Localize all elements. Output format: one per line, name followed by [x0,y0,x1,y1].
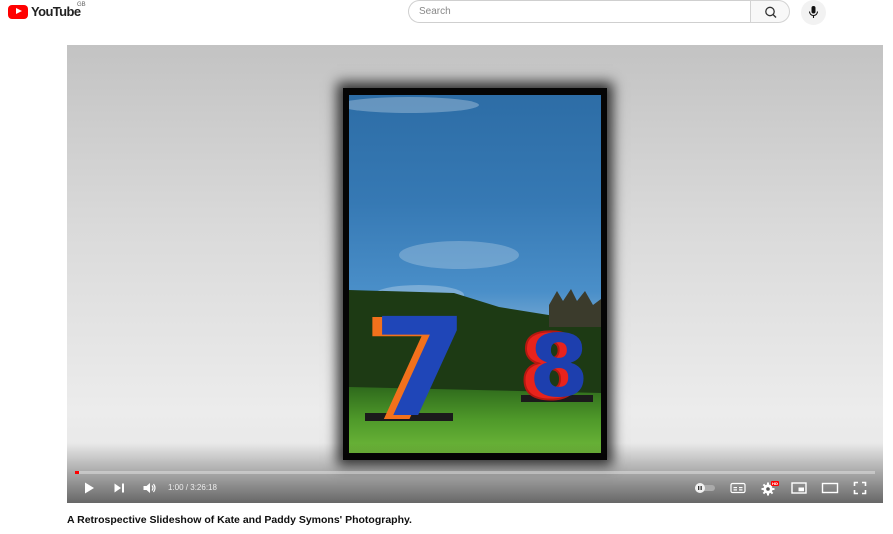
country-code: GB [77,2,86,8]
numeral-eight-face: 8 [529,317,589,417]
duration: 3:26:18 [190,483,217,492]
logo-text: YouTube [31,4,81,19]
subtitles-icon [730,482,746,494]
fullscreen-icon [853,481,867,495]
masthead: YouTube GB [0,0,893,26]
youtube-logo-icon [8,4,28,19]
mute-button[interactable] [140,477,160,499]
progress-bar[interactable] [75,471,875,474]
miniplayer-icon [791,482,807,494]
autoplay-toggle-icon [695,483,715,493]
fullscreen-button[interactable] [849,477,871,499]
next-icon [114,483,124,493]
video-frame-photo: 8 8 7 7 [349,95,601,453]
search-button[interactable] [750,0,790,23]
video-title: A Retrospective Slideshow of Kate and Pa… [67,514,412,526]
settings-icon: HD [761,481,779,496]
miniplayer-button[interactable] [788,477,810,499]
search-input[interactable] [419,6,739,17]
search-box [408,0,750,23]
voice-search-button[interactable] [801,0,826,25]
sculpture-photo-illustration: 8 8 7 7 [349,97,601,453]
time-display: 1:00 / 3:26:18 [168,483,217,492]
theater-mode-icon [821,482,839,494]
numeral-seven: 7 [373,290,468,448]
photo-frame: 8 8 7 7 [343,88,607,460]
video-player[interactable]: 8 8 7 7 1:00 / 3:26:18 HD [67,45,883,503]
theater-mode-button[interactable] [819,477,841,499]
settings-button[interactable]: HD [759,477,781,499]
volume-icon [143,483,156,493]
search-icon [765,6,777,18]
progress-bar-fill [75,471,79,474]
play-icon [85,482,94,494]
mic-icon [808,6,819,18]
youtube-logo[interactable]: YouTube GB [8,2,86,19]
subtitles-button[interactable] [728,477,748,499]
next-button[interactable] [109,477,129,499]
play-button[interactable] [79,477,99,499]
hd-badge: HD [772,482,778,486]
current-time: 1:00 [168,483,184,492]
autoplay-toggle[interactable] [693,477,717,499]
